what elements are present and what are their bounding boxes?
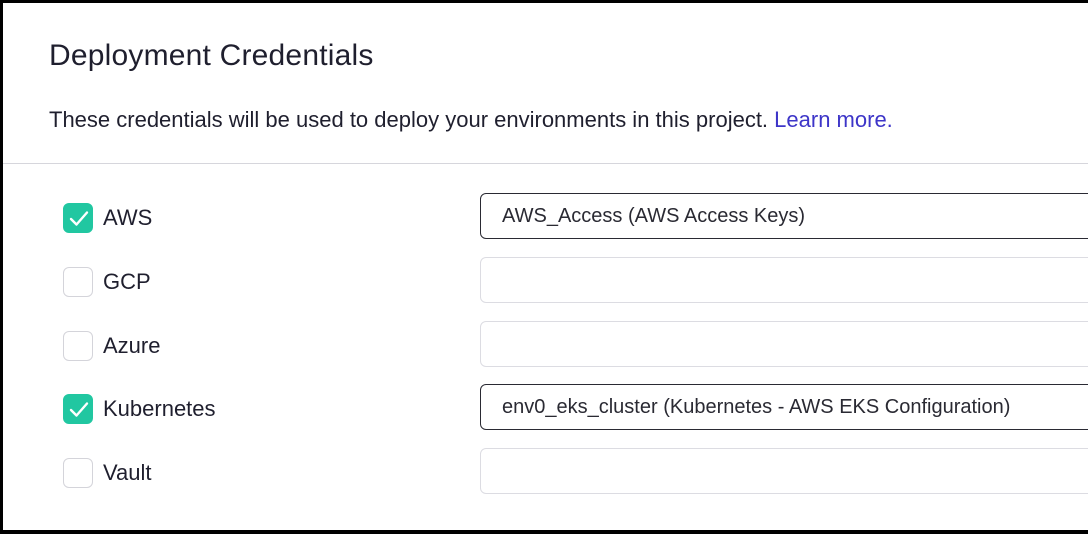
aws-checkbox[interactable] <box>63 203 93 233</box>
deployment-credentials-panel: Deployment Credentials These credentials… <box>0 0 1088 534</box>
gcp-label: GCP <box>103 269 151 294</box>
gcp-credential-select[interactable] <box>480 257 1088 303</box>
aws-label: AWS <box>103 205 153 230</box>
azure-label: Azure <box>103 333 161 358</box>
credential-row-gcp: GCP <box>3 257 1088 307</box>
aws-credential-select[interactable]: AWS_Access (AWS Access Keys) <box>480 193 1088 239</box>
checkmark-icon <box>69 211 89 226</box>
credential-row-vault: Vault <box>3 448 1088 498</box>
kubernetes-credential-value: env0_eks_cluster (Kubernetes - AWS EKS C… <box>502 396 1011 418</box>
gcp-checkbox[interactable] <box>63 267 93 297</box>
azure-credential-select[interactable] <box>480 321 1088 367</box>
page-description: These credentials will be used to deploy… <box>49 107 893 133</box>
description-text: These credentials will be used to deploy… <box>49 107 769 132</box>
divider <box>3 163 1088 164</box>
learn-more-link[interactable]: Learn more. <box>774 107 893 132</box>
checkmark-icon <box>69 402 89 417</box>
kubernetes-credential-select[interactable]: env0_eks_cluster (Kubernetes - AWS EKS C… <box>480 384 1088 430</box>
azure-checkbox[interactable] <box>63 331 93 361</box>
aws-credential-value: AWS_Access (AWS Access Keys) <box>502 205 806 227</box>
credential-row-azure: Azure <box>3 321 1088 371</box>
vault-credential-select[interactable] <box>480 448 1088 494</box>
vault-label: Vault <box>103 460 152 485</box>
vault-checkbox[interactable] <box>63 458 93 488</box>
page-title: Deployment Credentials <box>49 39 374 72</box>
credential-row-kubernetes: Kubernetes env0_eks_cluster (Kubernetes … <box>3 384 1088 434</box>
kubernetes-checkbox[interactable] <box>63 394 93 424</box>
kubernetes-label: Kubernetes <box>103 396 216 421</box>
credential-row-aws: AWS AWS_Access (AWS Access Keys) <box>3 193 1088 243</box>
